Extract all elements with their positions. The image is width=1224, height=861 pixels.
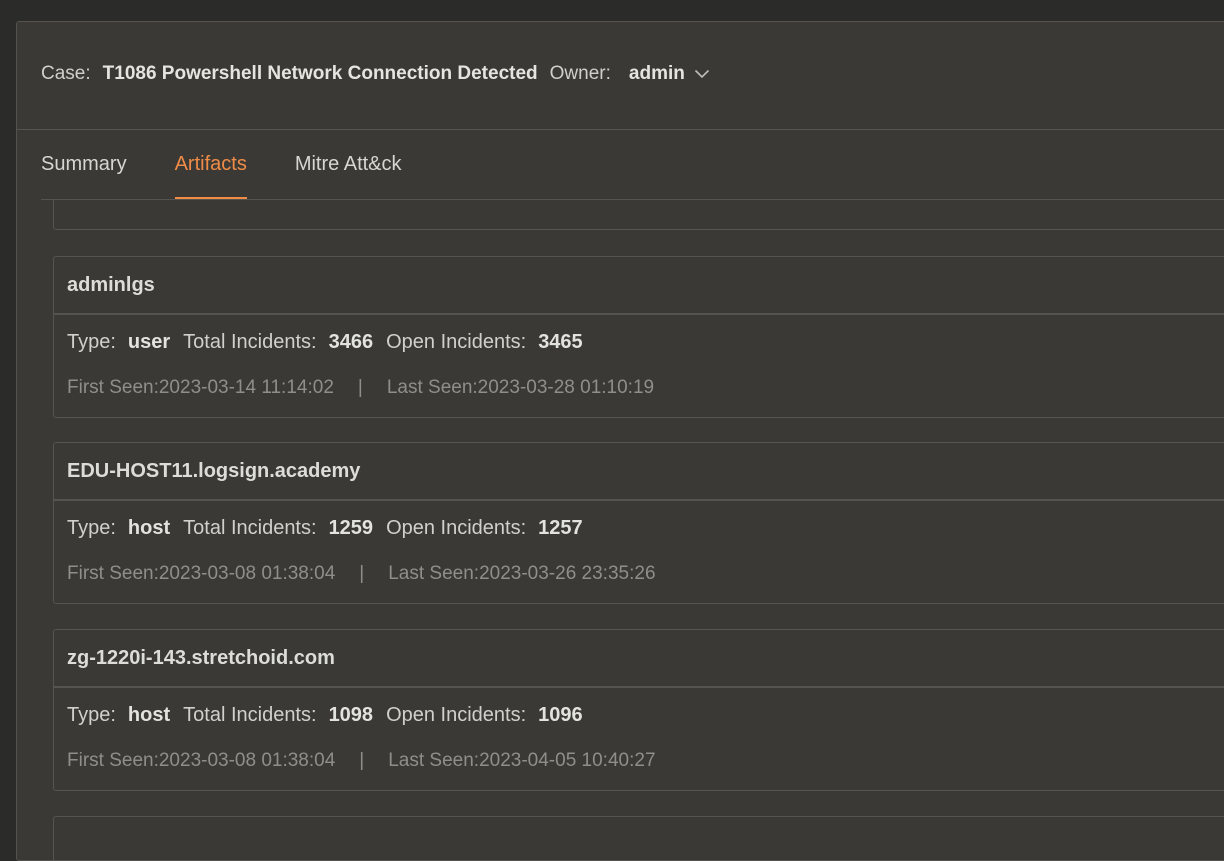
artifact-card[interactable]: EDU-HOST11.logsign.academy Type: host To… xyxy=(53,442,1224,604)
open-incidents-label: Open Incidents: xyxy=(386,331,527,353)
artifact-seen-times: First Seen:2023-03-14 11:14:02 | Last Se… xyxy=(67,377,654,399)
type-value: user xyxy=(127,331,171,353)
artifact-name: EDU-HOST11.logsign.academy xyxy=(54,443,1224,501)
artifact-list[interactable]: adminlgs Type: user Total Incidents: 346… xyxy=(53,200,1224,860)
case-title: T1086 Powershell Network Connection Dete… xyxy=(102,63,538,84)
open-incidents-value: 3465 xyxy=(538,331,583,353)
case-label: Case: xyxy=(41,63,91,84)
artifact-card[interactable]: zg-1220i-143.stretchoid.com Type: host T… xyxy=(53,629,1224,791)
artifact-seen-times: First Seen:2023-03-08 01:38:04 | Last Se… xyxy=(67,563,656,585)
type-value: host xyxy=(127,517,171,539)
last-seen: Last Seen:2023-04-05 10:40:27 xyxy=(388,750,656,771)
total-incidents-label: Total Incidents: xyxy=(183,331,317,353)
artifact-name: adminlgs xyxy=(54,257,1224,315)
owner-select-value[interactable]: admin xyxy=(629,63,685,85)
open-incidents-value: 1257 xyxy=(538,517,583,539)
tab-artifacts[interactable]: Artifacts xyxy=(174,130,248,200)
artifact-seen-times: First Seen:2023-03-08 01:38:04 | Last Se… xyxy=(67,750,656,772)
case-header: Case: T1086 Powershell Network Connectio… xyxy=(17,22,1224,130)
total-incidents-value: 1098 xyxy=(328,704,374,726)
owner-label: Owner: xyxy=(549,63,611,84)
chevron-down-icon[interactable] xyxy=(694,69,710,79)
open-incidents-label: Open Incidents: xyxy=(386,517,527,539)
case-panel: Case: T1086 Powershell Network Connectio… xyxy=(16,21,1224,861)
type-label: Type: xyxy=(67,704,116,726)
artifact-stats: Type: host Total Incidents: 1259 Open In… xyxy=(67,517,596,540)
seen-separator: | xyxy=(359,563,365,584)
first-seen: First Seen:2023-03-08 01:38:04 xyxy=(67,563,336,584)
type-label: Type: xyxy=(67,517,116,539)
tab-summary[interactable]: Summary xyxy=(41,130,127,200)
artifact-name: zg-1220i-143.stretchoid.com xyxy=(54,630,1224,688)
type-value: host xyxy=(127,704,171,726)
first-seen: First Seen:2023-03-08 01:38:04 xyxy=(67,750,336,771)
artifact-card-partial[interactable] xyxy=(53,200,1224,230)
artifact-card[interactable]: adminlgs Type: user Total Incidents: 346… xyxy=(53,256,1224,418)
first-seen: First Seen:2023-03-14 11:14:02 xyxy=(67,377,334,398)
artifact-stats: Type: user Total Incidents: 3466 Open In… xyxy=(67,331,596,354)
total-incidents-value: 3466 xyxy=(328,331,374,353)
case-tabs: Summary Artifacts Mitre Att&ck xyxy=(41,130,450,200)
total-incidents-value: 1259 xyxy=(328,517,374,539)
open-incidents-value: 1096 xyxy=(538,704,583,726)
artifact-stats: Type: host Total Incidents: 1098 Open In… xyxy=(67,704,596,727)
last-seen: Last Seen:2023-03-26 23:35:26 xyxy=(388,563,656,584)
total-incidents-label: Total Incidents: xyxy=(183,517,317,539)
seen-separator: | xyxy=(359,750,365,771)
type-label: Type: xyxy=(67,331,116,353)
seen-separator: | xyxy=(357,377,363,398)
open-incidents-label: Open Incidents: xyxy=(386,704,527,726)
case-header-row: Case: T1086 Powershell Network Connectio… xyxy=(41,63,710,85)
artifact-card-partial[interactable] xyxy=(53,816,1224,860)
tab-mitre-attack[interactable]: Mitre Att&ck xyxy=(295,130,402,200)
last-seen: Last Seen:2023-03-28 01:10:19 xyxy=(386,377,655,398)
total-incidents-label: Total Incidents: xyxy=(183,704,317,726)
